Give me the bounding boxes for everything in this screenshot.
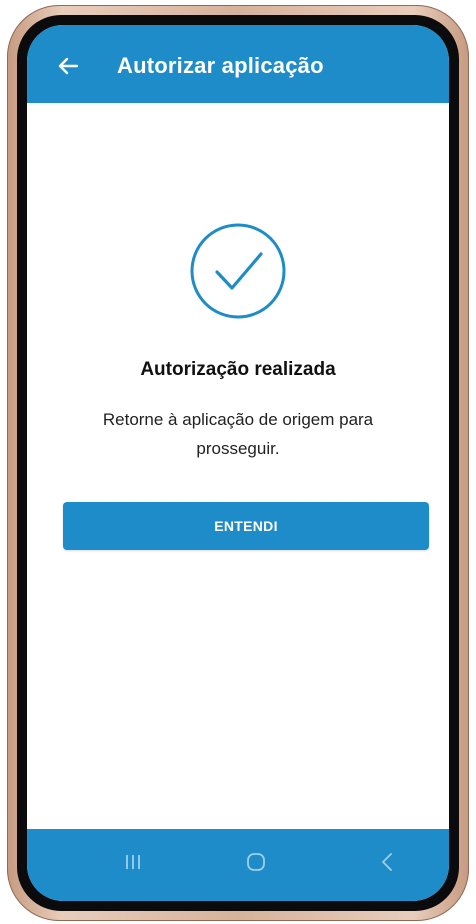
- home-icon: [247, 853, 265, 871]
- check-circle-icon: [190, 223, 286, 319]
- phone-bezel: Autorizar aplicação Autorização realizad…: [17, 15, 459, 911]
- success-title: Autorização realizada: [140, 359, 336, 380]
- recents-button[interactable]: [113, 847, 153, 877]
- success-message: Retorne à aplicação de origem para pross…: [102, 410, 374, 458]
- home-button[interactable]: [236, 847, 276, 877]
- back-button[interactable]: [55, 53, 81, 79]
- status-area: [27, 221, 449, 321]
- back-chevron-icon: [382, 853, 392, 871]
- app-bar: Autorizar aplicação: [27, 25, 449, 103]
- understood-button[interactable]: ENTENDI: [63, 502, 429, 550]
- screen: Autorizar aplicação Autorização realizad…: [27, 25, 449, 901]
- recents-icon: [126, 855, 140, 869]
- nav-back-button[interactable]: [367, 847, 407, 877]
- phone-frame: Autorizar aplicação Autorização realizad…: [7, 5, 469, 921]
- system-nav-bar: [27, 829, 449, 901]
- arrow-left-icon: [58, 57, 78, 75]
- page-title: Autorizar aplicação: [117, 53, 324, 78]
